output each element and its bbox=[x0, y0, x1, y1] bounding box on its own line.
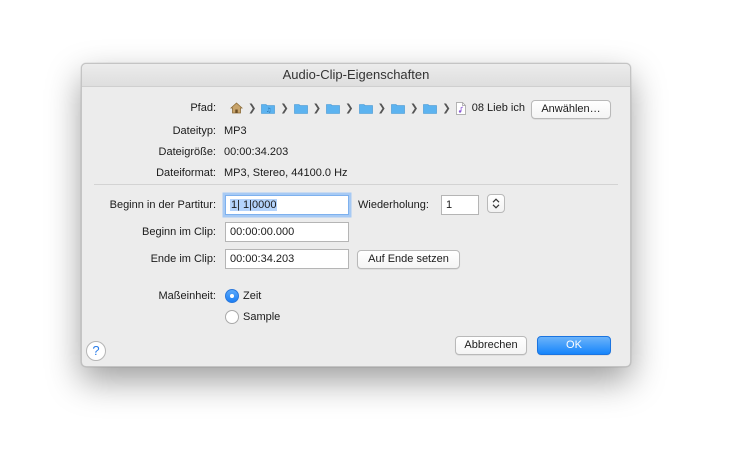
clip-start-label: Beginn im Clip: bbox=[142, 226, 216, 238]
file-size-value: 00:00:34.203 bbox=[224, 146, 289, 158]
repeat-label: Wiederholung: bbox=[358, 199, 429, 211]
folder-icon bbox=[391, 103, 405, 114]
file-type-value: MP3 bbox=[224, 125, 247, 137]
set-to-end-button[interactable]: Auf Ende setzen bbox=[357, 250, 460, 269]
chevron-right-icon: ❯ bbox=[280, 102, 289, 114]
home-icon bbox=[230, 102, 243, 114]
file-format-label: Dateiformat: bbox=[156, 167, 216, 179]
path-breadcrumb: ❯ ♫ ❯ ❯ ❯ ❯ ❯ ❯ 08 Lieb ich bbox=[230, 100, 525, 116]
clip-start-input[interactable]: 00:00:00.000 bbox=[225, 222, 349, 242]
clip-end-label: Ende im Clip: bbox=[150, 253, 216, 265]
folder-icon bbox=[423, 103, 438, 114]
help-button[interactable]: ? bbox=[86, 341, 106, 361]
unit-sample-radio[interactable] bbox=[225, 310, 239, 324]
folder-icon bbox=[293, 103, 308, 114]
unit-sample-label: Sample bbox=[243, 311, 281, 323]
file-type-label: Dateityp: bbox=[172, 125, 216, 137]
choose-file-button[interactable]: Anwählen… bbox=[531, 100, 611, 119]
section-divider bbox=[94, 184, 618, 185]
path-label: Pfad: bbox=[190, 102, 216, 114]
chevron-right-icon: ❯ bbox=[345, 102, 354, 114]
svg-text:♫: ♫ bbox=[266, 107, 271, 114]
audio-file-icon bbox=[455, 101, 466, 115]
file-size-label: Dateigröße: bbox=[158, 146, 216, 158]
chevron-right-icon: ❯ bbox=[442, 102, 451, 114]
file-name: 08 Lieb ich bbox=[471, 102, 525, 114]
music-folder-icon: ♫ bbox=[261, 103, 276, 114]
chevron-right-icon: ❯ bbox=[409, 102, 419, 114]
cancel-button[interactable]: Abbrechen bbox=[455, 336, 527, 355]
folder-icon bbox=[358, 103, 373, 114]
clip-end-input[interactable]: 00:00:34.203 bbox=[225, 249, 349, 269]
score-start-input[interactable]: 1| 1|0000 bbox=[225, 195, 349, 215]
dialog-title: Audio-Clip-Eigenschaften bbox=[82, 64, 630, 87]
repeat-stepper[interactable] bbox=[487, 194, 505, 213]
unit-time-label: Zeit bbox=[243, 290, 262, 302]
repeat-input[interactable]: 1 bbox=[441, 195, 479, 215]
audio-clip-properties-dialog: Audio-Clip-Eigenschaften Pfad: ❯ ♫ ❯ ❯ ❯… bbox=[81, 63, 631, 367]
unit-time-radio[interactable] bbox=[225, 289, 239, 303]
chevron-right-icon: ❯ bbox=[377, 102, 386, 114]
score-start-label: Beginn in der Partitur: bbox=[109, 199, 216, 211]
chevron-right-icon: ❯ bbox=[312, 102, 322, 114]
score-start-value: 1| 1|0000 bbox=[230, 199, 278, 211]
up-down-arrows-icon bbox=[492, 198, 500, 209]
unit-label: Maßeinheit: bbox=[158, 290, 216, 302]
file-format-value: MP3, Stereo, 44100.0 Hz bbox=[224, 167, 348, 179]
chevron-right-icon: ❯ bbox=[248, 102, 257, 114]
folder-icon bbox=[326, 103, 340, 114]
ok-button[interactable]: OK bbox=[537, 336, 611, 355]
